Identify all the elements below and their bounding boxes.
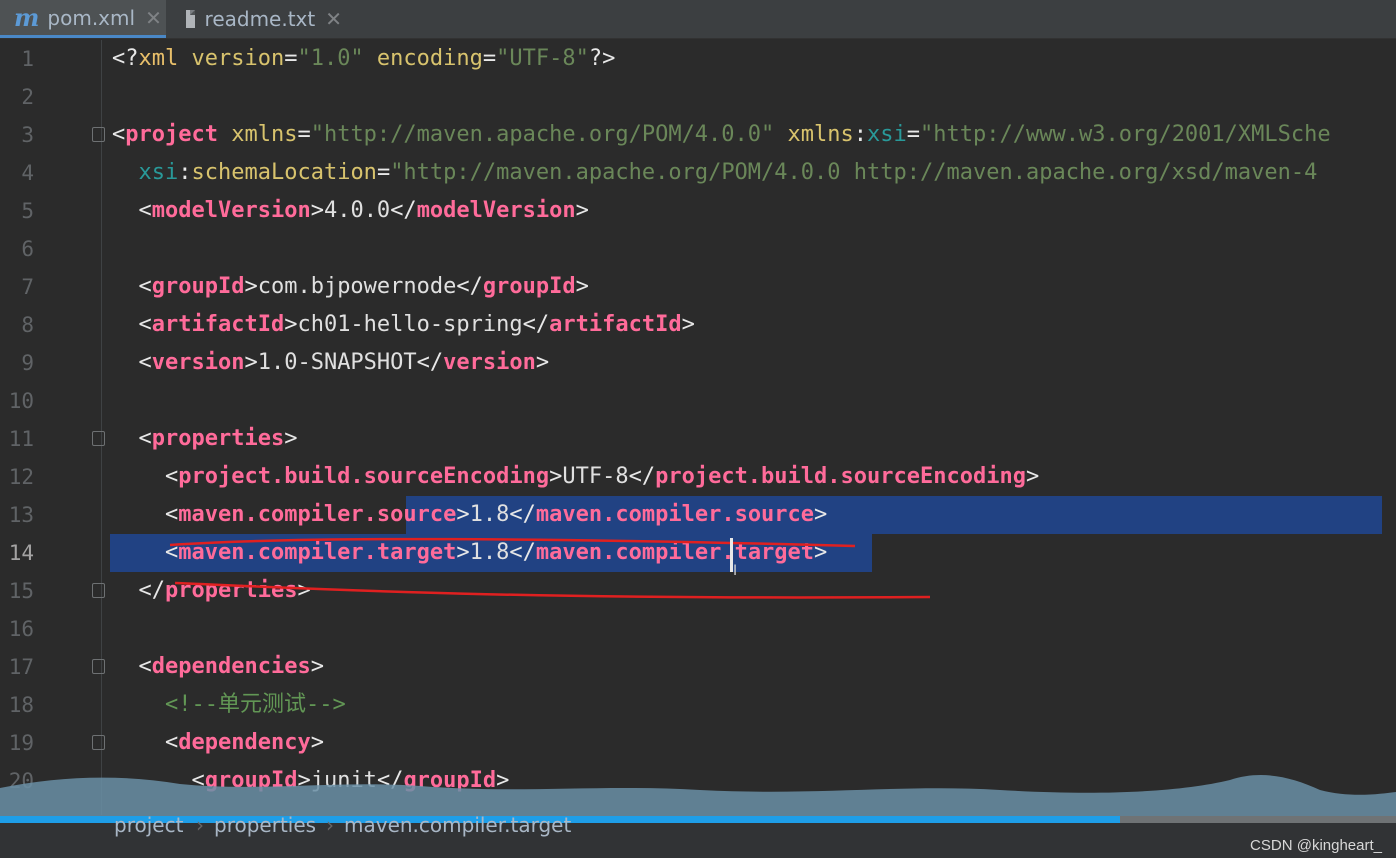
code-line[interactable]: 6 <box>0 230 1396 268</box>
code-text: xsi:schemaLocation="http://maven.apache.… <box>138 160 1318 185</box>
fold-icon[interactable] <box>92 735 105 750</box>
fold-icon[interactable] <box>92 431 105 446</box>
code-text: <artifactId>ch01-hello-spring</artifactI… <box>138 312 695 337</box>
tab-label: pom.xml <box>47 5 136 30</box>
code-text: <modelVersion>4.0.0</modelVersion> <box>138 198 589 223</box>
code-text: <maven.compiler.target>1.8</maven.compil… <box>164 540 828 565</box>
line-number: 2 <box>21 85 34 109</box>
code-text: <dependency> <box>164 730 324 755</box>
code-line[interactable]: 19 <dependency> <box>0 724 1396 762</box>
code-text: <project xmlns="http://maven.apache.org/… <box>112 122 1331 147</box>
editor-tab-bar: m pom.xml ✕ readme.txt ✕ <box>0 0 1396 39</box>
breadcrumb-separator: › <box>196 813 204 837</box>
code-text: <groupId>com.bjpowernode</groupId> <box>138 274 589 299</box>
code-text: <version>1.0-SNAPSHOT</version> <box>138 350 550 375</box>
tab-label: readme.txt <box>204 7 316 31</box>
breadcrumb-separator: › <box>326 813 334 837</box>
line-number: 19 <box>8 731 34 755</box>
breadcrumb-item[interactable]: maven.compiler.target <box>344 815 571 835</box>
line-number: 12 <box>8 465 34 489</box>
line-number: 1 <box>21 47 34 71</box>
audio-waveform <box>0 775 1396 820</box>
code-line[interactable]: 14 <maven.compiler.target>1.8</maven.com… <box>0 534 1396 572</box>
code-line[interactable]: 18 <!--单元测试--> <box>0 686 1396 724</box>
code-line[interactable]: 8 <artifactId>ch01-hello-spring</artifac… <box>0 306 1396 344</box>
code-line[interactable]: 16 <box>0 610 1396 648</box>
line-number: 11 <box>8 427 34 451</box>
fold-icon[interactable] <box>92 583 105 598</box>
line-number: 18 <box>8 693 34 717</box>
code-line[interactable]: 10 <box>0 382 1396 420</box>
code-line[interactable]: 12 <project.build.sourceEncoding>UTF-8</… <box>0 458 1396 496</box>
maven-icon: m <box>14 3 40 32</box>
code-line[interactable]: 5 <modelVersion>4.0.0</modelVersion> <box>0 192 1396 230</box>
code-line[interactable]: 11 <properties> <box>0 420 1396 458</box>
line-number: 4 <box>21 161 34 185</box>
code-line[interactable]: 15 </properties> <box>0 572 1396 610</box>
line-number: 13 <box>8 503 34 527</box>
close-icon[interactable]: ✕ <box>145 6 162 30</box>
fold-icon[interactable] <box>92 659 105 674</box>
code-line[interactable]: 2 <box>0 78 1396 116</box>
breadcrumb: project › properties › maven.compiler.ta… <box>0 813 1396 858</box>
code-text: <project.build.sourceEncoding>UTF-8</pro… <box>164 464 1040 489</box>
code-text: <!--单元测试--> <box>164 692 346 717</box>
code-line[interactable]: 9 <version>1.0-SNAPSHOT</version> <box>0 344 1396 382</box>
line-number: 16 <box>8 617 34 641</box>
line-number: 8 <box>21 313 34 337</box>
code-line[interactable]: 1 <?xml version="1.0" encoding="UTF-8"?> <box>0 40 1396 78</box>
line-number: 5 <box>21 199 34 223</box>
fold-icon[interactable] <box>92 127 105 142</box>
line-number: 7 <box>21 275 34 299</box>
code-text: <properties> <box>138 426 298 451</box>
line-number: 17 <box>8 655 34 679</box>
code-text: <?xml version="1.0" encoding="UTF-8"?> <box>112 46 616 71</box>
line-number: 14 <box>8 541 34 565</box>
code-text: </properties> <box>138 578 311 603</box>
line-number: 15 <box>8 579 34 603</box>
line-number: 3 <box>21 123 34 147</box>
breadcrumb-item[interactable]: project <box>114 815 183 835</box>
tab-readme-txt[interactable]: readme.txt ✕ <box>172 0 352 38</box>
video-progress-remaining <box>1120 816 1396 823</box>
tab-pom-xml[interactable]: m pom.xml ✕ <box>0 0 166 38</box>
text-file-icon <box>186 10 195 28</box>
watermark: CSDN @kingheart_ <box>1250 837 1382 854</box>
code-text: <maven.compiler.source>1.8</maven.compil… <box>164 502 828 527</box>
line-number: 9 <box>21 351 34 375</box>
code-line[interactable]: 3 <project xmlns="http://maven.apache.org… <box>0 116 1396 154</box>
code-text: <dependencies> <box>138 654 324 679</box>
code-line[interactable]: 17 <dependencies> <box>0 648 1396 686</box>
line-number: 10 <box>8 389 34 413</box>
code-editor[interactable]: I 1 <?xml version="1.0" encoding="UTF-8"?… <box>0 40 1396 815</box>
breadcrumb-item[interactable]: properties <box>214 815 316 835</box>
code-line[interactable]: 7 <groupId>com.bjpowernode</groupId> <box>0 268 1396 306</box>
code-line[interactable]: 13 <maven.compiler.source>1.8</maven.com… <box>0 496 1396 534</box>
close-icon[interactable]: ✕ <box>325 7 342 31</box>
line-number: 6 <box>21 237 34 261</box>
code-line[interactable]: 4 xsi:schemaLocation="http://maven.apach… <box>0 154 1396 192</box>
